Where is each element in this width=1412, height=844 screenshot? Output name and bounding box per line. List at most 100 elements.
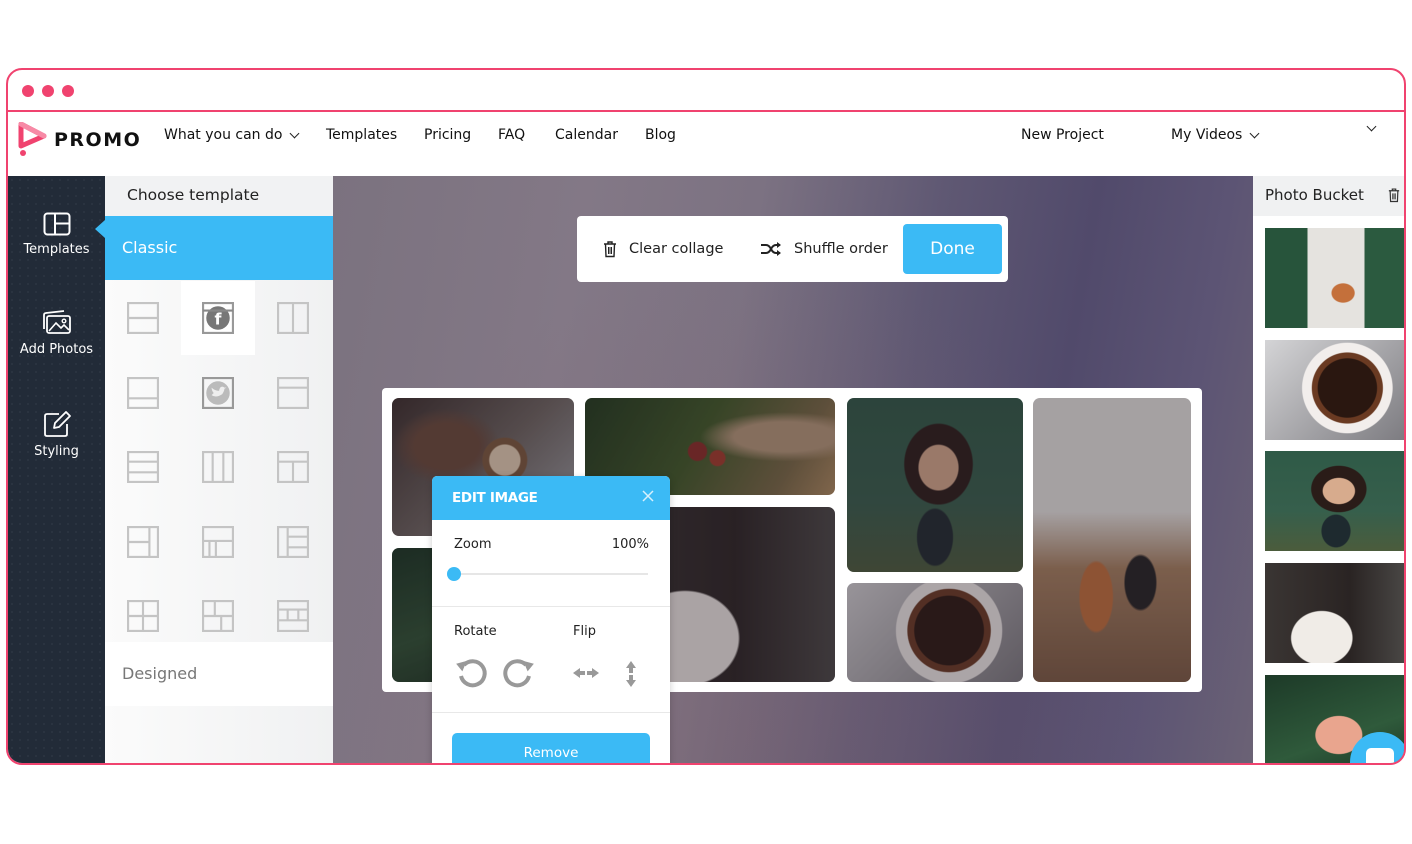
divider xyxy=(432,712,670,713)
rotate-right-icon[interactable] xyxy=(501,656,535,690)
template-two-left-one-right-icon xyxy=(127,525,159,558)
template-split-vertical[interactable] xyxy=(256,281,330,355)
section-designed[interactable]: Designed xyxy=(105,642,333,706)
promo-logo-icon xyxy=(18,122,47,156)
template-panel-title: Choose template xyxy=(105,176,333,216)
collage-photo[interactable] xyxy=(1033,398,1191,682)
window-titlebar xyxy=(8,70,1404,112)
template-facebook[interactable]: f xyxy=(181,281,255,355)
template-split-horizontal[interactable] xyxy=(106,281,180,355)
nav-templates[interactable]: Templates xyxy=(326,127,397,143)
template-twitter-icon xyxy=(202,376,234,409)
nav-label: New Project xyxy=(1021,127,1104,143)
template-panel: Choose template Classic f Designed xyxy=(95,176,333,763)
done-button[interactable]: Done xyxy=(903,224,1002,274)
template-three-columns-icon xyxy=(202,451,234,483)
nav-blog[interactable]: Blog xyxy=(645,127,676,143)
template-split-bottom-icon xyxy=(127,376,159,409)
flip-label: Flip xyxy=(573,624,596,639)
shuffle-icon xyxy=(761,242,781,256)
collage-photo[interactable] xyxy=(847,398,1023,572)
section-label: Classic xyxy=(122,238,178,257)
template-one-left-three-right[interactable] xyxy=(256,505,330,579)
sidebar-item-add-photos[interactable]: Add Photos xyxy=(8,310,105,357)
edit-image-title: EDIT IMAGE xyxy=(452,490,538,506)
template-top-with-two-bottom[interactable] xyxy=(256,430,330,504)
nav-faq[interactable]: FAQ xyxy=(498,127,525,143)
window-control-dot[interactable] xyxy=(62,85,74,97)
template-split-top-icon xyxy=(277,376,309,409)
template-four-grid-icon xyxy=(127,600,159,632)
bucket-photo[interactable] xyxy=(1265,563,1404,663)
template-split-horizontal-icon xyxy=(127,302,159,334)
nav-new-project[interactable]: New Project xyxy=(1021,127,1104,143)
collage-toolbar: Clear collage Shuffle order Done xyxy=(577,216,1008,282)
nav-label: Templates xyxy=(326,127,398,143)
promo-logo[interactable]: PROMO xyxy=(18,122,141,158)
clear-collage-button[interactable]: Clear collage xyxy=(603,216,723,282)
edit-icon xyxy=(43,411,71,437)
sidebar-item-templates[interactable]: Templates xyxy=(8,212,105,257)
zoom-slider-knob[interactable] xyxy=(447,567,461,581)
window-control-dot[interactable] xyxy=(22,85,34,97)
sidebar-item-styling[interactable]: Styling xyxy=(8,410,105,459)
browser-window: PROMO What you can do Templates Pricing … xyxy=(6,68,1406,765)
template-mixed-grid-icon xyxy=(202,600,234,632)
template-banded-grid-icon xyxy=(277,600,309,632)
editor-workspace: Templates Add Photos Styling Choose temp… xyxy=(8,176,1404,763)
nav-pricing[interactable]: Pricing xyxy=(424,127,471,143)
bucket-photo[interactable] xyxy=(1265,451,1404,551)
template-twitter[interactable] xyxy=(181,356,255,430)
shuffle-order-button[interactable]: Shuffle order xyxy=(760,216,888,282)
chevron-down-icon xyxy=(1249,128,1260,138)
zoom-slider[interactable] xyxy=(447,567,648,581)
nav-label: Calendar xyxy=(555,127,618,143)
edit-image-header: EDIT IMAGE xyxy=(432,476,670,520)
edit-image-panel: EDIT IMAGE Zoom 100% Rotate Flip Remove xyxy=(432,476,670,763)
sidebar-item-label: Add Photos xyxy=(19,342,94,357)
template-three-columns[interactable] xyxy=(181,430,255,504)
template-one-left-three-right-icon xyxy=(277,525,309,558)
bucket-photo[interactable] xyxy=(1265,340,1404,440)
remove-button[interactable]: Remove xyxy=(452,733,650,763)
bucket-photo[interactable] xyxy=(1265,228,1404,328)
layout-icon xyxy=(43,212,70,236)
nav-label: Blog xyxy=(645,127,676,143)
close-icon[interactable] xyxy=(640,488,656,504)
sidebar-item-label: Templates xyxy=(23,242,90,257)
zoom-value: 100% xyxy=(611,537,649,552)
template-top-with-three-bottom[interactable] xyxy=(181,505,255,579)
photo-bucket: Photo Bucket xyxy=(1253,176,1404,763)
flip-horizontal-icon[interactable] xyxy=(572,666,600,680)
template-split-vertical-icon xyxy=(277,302,309,334)
button-label: Shuffle order xyxy=(794,241,888,257)
divider xyxy=(432,606,670,607)
template-split-top[interactable] xyxy=(256,356,330,430)
account-dropdown[interactable] xyxy=(1366,121,1377,132)
template-split-bottom[interactable] xyxy=(106,356,180,430)
template-three-rows[interactable] xyxy=(106,430,180,504)
nav-calendar[interactable]: Calendar xyxy=(555,127,618,143)
template-facebook-icon: f xyxy=(202,302,234,334)
chevron-down-icon xyxy=(290,128,300,138)
trash-icon[interactable] xyxy=(1388,188,1400,203)
template-two-left-one-right[interactable] xyxy=(106,505,180,579)
button-label: Clear collage xyxy=(629,241,724,257)
rotate-label: Rotate xyxy=(454,624,497,639)
nav-what-you-can-do[interactable]: What you can do xyxy=(164,127,300,143)
zoom-label: Zoom xyxy=(454,537,492,552)
nav-my-videos[interactable]: My Videos xyxy=(1171,127,1260,143)
template-top-with-three-bottom-icon xyxy=(202,525,234,558)
window-control-dot[interactable] xyxy=(42,85,54,97)
nav-label: Pricing xyxy=(424,127,472,143)
section-classic[interactable]: Classic xyxy=(95,216,333,280)
rotate-left-icon[interactable] xyxy=(455,656,489,690)
nav-label: FAQ xyxy=(498,127,526,143)
photo-bucket-title: Photo Bucket xyxy=(1265,186,1364,204)
flip-vertical-icon[interactable] xyxy=(624,660,638,688)
collage-photo[interactable] xyxy=(847,583,1023,682)
top-nav: PROMO What you can do Templates Pricing … xyxy=(8,112,1404,176)
svg-text:f: f xyxy=(215,309,223,328)
photo-bucket-header: Photo Bucket xyxy=(1253,176,1404,216)
section-label: Designed xyxy=(122,664,198,683)
